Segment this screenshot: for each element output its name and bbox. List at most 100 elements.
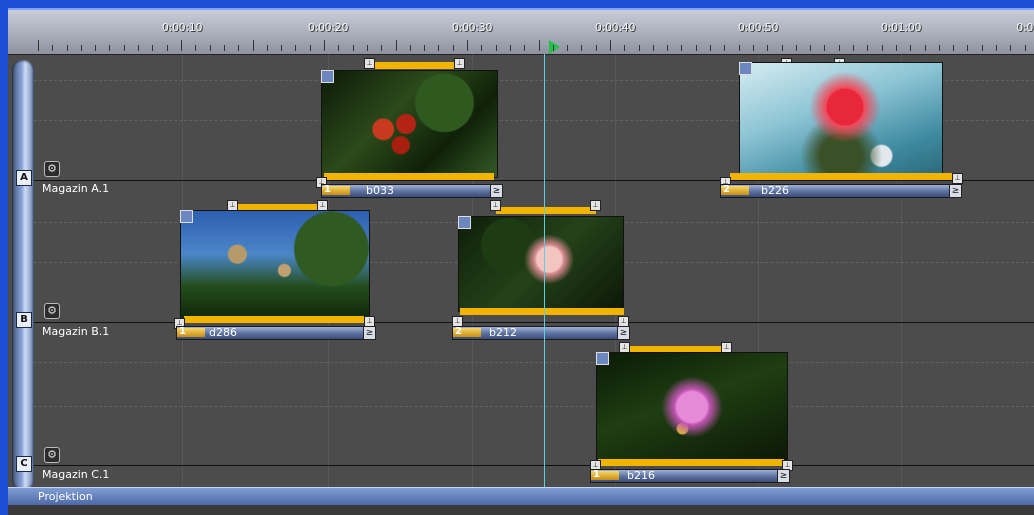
ruler-tick	[624, 45, 625, 51]
clip-label: b226	[761, 184, 789, 197]
ruler-tick	[453, 45, 454, 51]
ruler-tick	[281, 45, 282, 51]
ruler-tick	[553, 45, 554, 51]
clip-bar[interactable]: 1 d286 ≥	[176, 326, 376, 340]
projection-track[interactable]: Projektion	[8, 487, 1034, 506]
playhead-icon[interactable]	[549, 40, 560, 54]
time-ruler[interactable]: 0:00:10 0:00:20 0:00:30 0:00:40 0:00:50 …	[8, 10, 1034, 55]
clip-number: 2	[455, 326, 462, 337]
expand-icon[interactable]: ≥	[777, 469, 790, 483]
timeline-window: 0:00:10 0:00:20 0:00:30 0:00:40 0:00:50 …	[8, 8, 1034, 515]
ruler-tick	[138, 45, 139, 51]
track-baseline	[34, 180, 1034, 181]
ruler-tick	[925, 45, 926, 51]
ruler-tick	[338, 45, 339, 51]
ruler-tick	[767, 45, 768, 51]
track-baseline	[34, 465, 1034, 466]
ruler-tick	[639, 45, 640, 51]
playback-cursor[interactable]	[544, 54, 545, 487]
clip-label: d286	[209, 326, 237, 339]
ruler-tick	[824, 45, 825, 51]
fade-bar[interactable]	[366, 62, 462, 69]
fade-bar[interactable]	[730, 173, 954, 180]
ruler-tick	[410, 45, 411, 51]
expand-icon[interactable]: ≥	[617, 326, 630, 340]
ruler-tick	[510, 45, 511, 51]
ruler-tick	[253, 40, 254, 51]
clip-bar[interactable]: 2 b212 ≥	[452, 326, 630, 340]
gear-icon[interactable]: ⚙	[44, 447, 60, 463]
track-letter-a[interactable]: A	[16, 170, 32, 186]
ruler-tick	[539, 40, 540, 51]
select-box[interactable]	[180, 210, 193, 223]
track-name-b: Magazin B.1	[42, 325, 110, 338]
ruler-tick	[310, 45, 311, 51]
ruler-tick	[481, 45, 482, 51]
ruler-tick	[324, 40, 325, 51]
track-letter-c[interactable]: C	[16, 456, 32, 472]
fade-bar[interactable]	[496, 207, 596, 214]
ruler-tick	[467, 40, 468, 51]
ruler-tick	[896, 45, 897, 51]
ruler-tick	[596, 45, 597, 51]
ruler-tick	[567, 45, 568, 51]
ruler-tick	[67, 45, 68, 51]
ruler-tick	[782, 45, 783, 51]
clip-thumbnail[interactable]	[739, 62, 943, 180]
ruler-tick	[224, 45, 225, 51]
clip-bar[interactable]: 1 b216 ≥	[590, 469, 790, 483]
fade-handle[interactable]: ⊥	[590, 200, 601, 211]
fade-bar[interactable]	[324, 173, 494, 180]
ruler-tick	[396, 40, 397, 51]
ruler-tick	[1010, 45, 1011, 51]
fade-bar[interactable]	[184, 316, 368, 323]
gear-icon[interactable]: ⚙	[44, 161, 60, 177]
ruler-tick	[524, 45, 525, 51]
ruler-tick	[867, 45, 868, 51]
fade-handle[interactable]: ⊥	[454, 58, 465, 69]
ruler-label: 0:00:30	[451, 21, 493, 34]
ruler-tick	[653, 45, 654, 51]
ruler-tick	[939, 45, 940, 51]
track-letter-b[interactable]: B	[16, 312, 32, 328]
clip-label: b033	[366, 184, 394, 197]
ruler-tick	[81, 45, 82, 51]
clip-bar[interactable]: 1 b033 ≥	[321, 184, 503, 198]
clip-thumbnail[interactable]	[180, 210, 370, 320]
ruler-label: 0:00:10	[161, 21, 203, 34]
ruler-tick	[38, 40, 39, 51]
clip-bar[interactable]: 2 b226 ≥	[720, 184, 962, 198]
status-strip	[8, 505, 1034, 515]
select-box[interactable]	[321, 70, 334, 83]
clip-label: b216	[627, 469, 655, 482]
select-box[interactable]	[739, 62, 752, 75]
expand-icon[interactable]: ≥	[949, 184, 962, 198]
select-box[interactable]	[458, 216, 471, 229]
ruler-tick	[210, 45, 211, 51]
ruler-tick	[95, 45, 96, 51]
clip-label: b212	[489, 326, 517, 339]
ruler-tick	[710, 45, 711, 51]
fade-bar[interactable]	[460, 308, 624, 315]
expand-icon[interactable]: ≥	[363, 326, 376, 340]
ruler-tick	[681, 45, 682, 51]
ruler-tick	[438, 45, 439, 51]
ruler-tick	[796, 45, 797, 51]
ruler-tick	[295, 45, 296, 51]
fade-handle[interactable]: ⊥	[490, 200, 501, 211]
fade-handle[interactable]: ⊥	[952, 173, 963, 184]
ruler-tick	[424, 45, 425, 51]
ruler-tick	[181, 40, 182, 51]
ruler-tick	[610, 40, 611, 51]
clip-thumbnail[interactable]	[458, 216, 624, 312]
ruler-tick	[724, 45, 725, 51]
ruler-tick	[982, 45, 983, 51]
ruler-tick	[124, 45, 125, 51]
clip-thumbnail[interactable]	[596, 352, 788, 462]
fade-handle[interactable]: ⊥	[364, 58, 375, 69]
fade-bar[interactable]	[598, 459, 784, 466]
gear-icon[interactable]: ⚙	[44, 303, 60, 319]
expand-icon[interactable]: ≥	[490, 184, 503, 198]
select-box[interactable]	[596, 352, 609, 365]
clip-thumbnail[interactable]	[321, 70, 498, 178]
